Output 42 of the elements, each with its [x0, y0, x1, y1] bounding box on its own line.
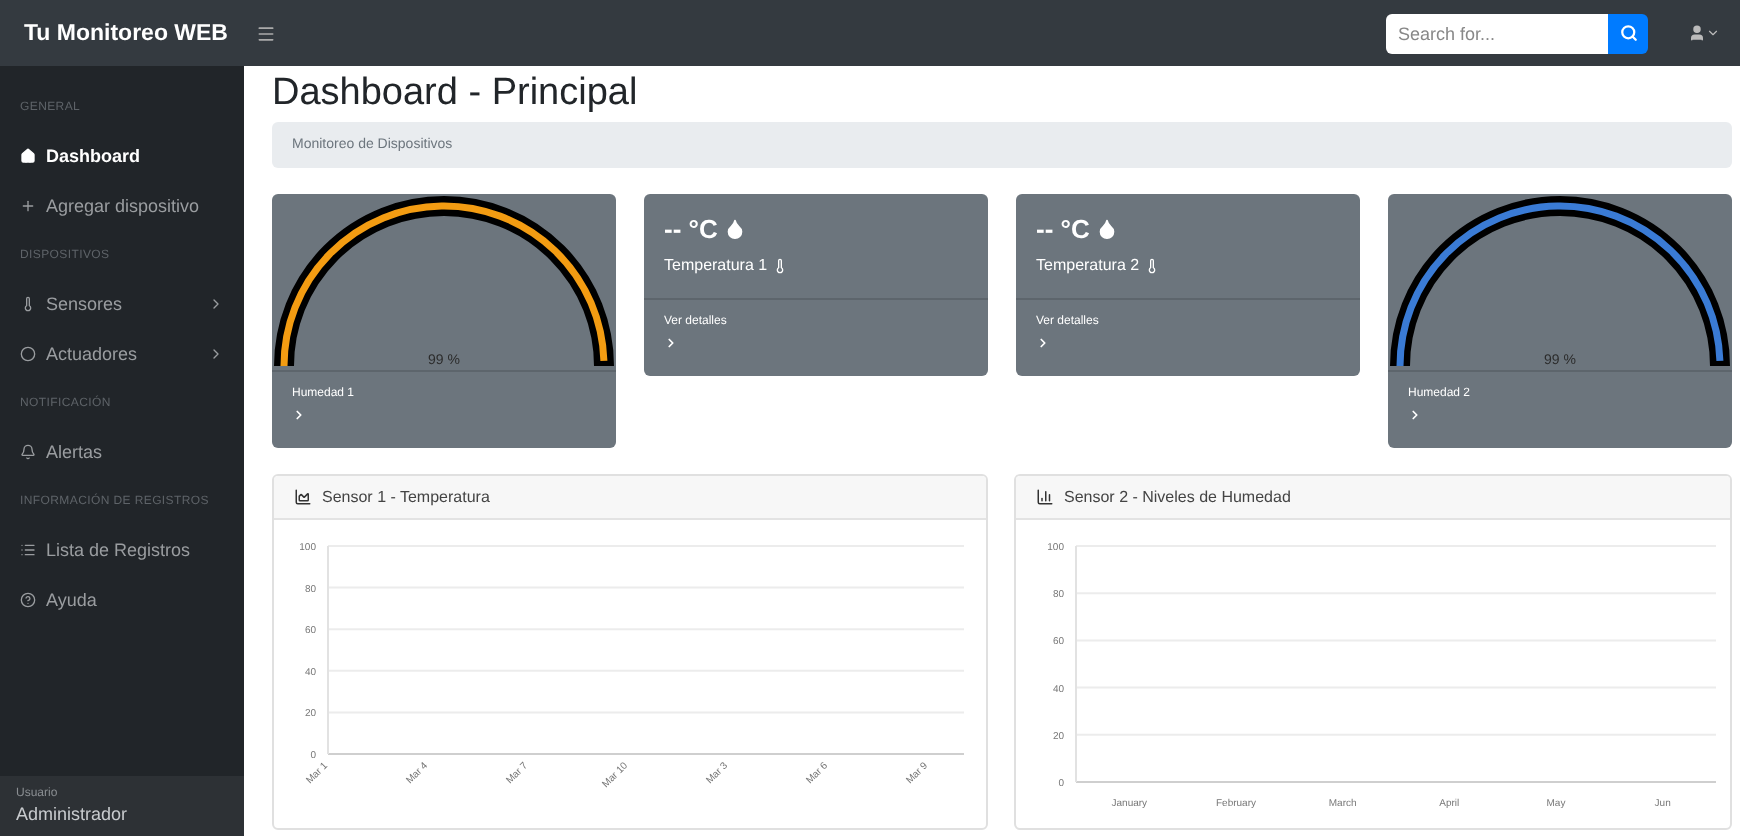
- sidebar-item[interactable]: Dashboard: [0, 130, 244, 180]
- nav-icon: [20, 295, 36, 311]
- nav-icon: [20, 541, 36, 557]
- temperature-value: -- °C: [1036, 214, 1090, 244]
- card-label: Temperatura 1: [664, 256, 768, 274]
- chevron-icon[interactable]: [664, 336, 678, 350]
- chevron-icon: [208, 295, 224, 311]
- chevron-icon: [208, 345, 224, 361]
- user-menu-button[interactable]: [1688, 24, 1720, 42]
- search-icon: [1619, 24, 1637, 42]
- droplet-icon: [1095, 218, 1118, 240]
- nav-icon: [20, 591, 36, 607]
- chart-title: Sensor 2 - Niveles de Humedad: [1064, 488, 1291, 506]
- nav-icon: [20, 147, 36, 163]
- nav-icon: [20, 443, 36, 459]
- thermometer-icon: [1143, 257, 1160, 273]
- search-field[interactable]: Search for...: [1386, 13, 1608, 53]
- card-label: Temperatura 2: [1036, 256, 1140, 274]
- user-icon: [1688, 24, 1706, 42]
- search-button[interactable]: [1608, 13, 1648, 53]
- user-name: Administrador: [16, 804, 130, 824]
- page-title: Dashboard - Principal: [272, 72, 640, 116]
- sidebar-item[interactable]: Ayuda: [0, 574, 244, 624]
- sidebar-item[interactable]: Sensores: [0, 278, 244, 328]
- sidebar-item[interactable]: Agregar dispositivo: [0, 180, 244, 230]
- sidebar-item[interactable]: Alertas: [0, 426, 244, 476]
- thermometer-icon: [771, 257, 788, 273]
- chevron-icon[interactable]: [1408, 408, 1422, 422]
- sidebar-item[interactable]: Actuadores: [0, 328, 244, 378]
- chart-title: Sensor 1 - Temperatura: [322, 488, 490, 506]
- chart-icon: [294, 488, 312, 506]
- sidebar-item[interactable]: Lista de Registros: [0, 524, 244, 574]
- temperature-value: -- °C: [664, 214, 718, 244]
- chevron-icon[interactable]: [292, 408, 306, 422]
- caret-icon: [1706, 26, 1720, 40]
- brand-title[interactable]: Tu Monitoreo WEB: [24, 21, 232, 45]
- nav-icon: [20, 345, 36, 361]
- droplet-icon: [723, 218, 746, 240]
- chart-icon: [1036, 488, 1054, 506]
- menu-icon[interactable]: [256, 23, 276, 43]
- chevron-icon[interactable]: [1036, 336, 1050, 350]
- nav-icon: [20, 197, 36, 213]
